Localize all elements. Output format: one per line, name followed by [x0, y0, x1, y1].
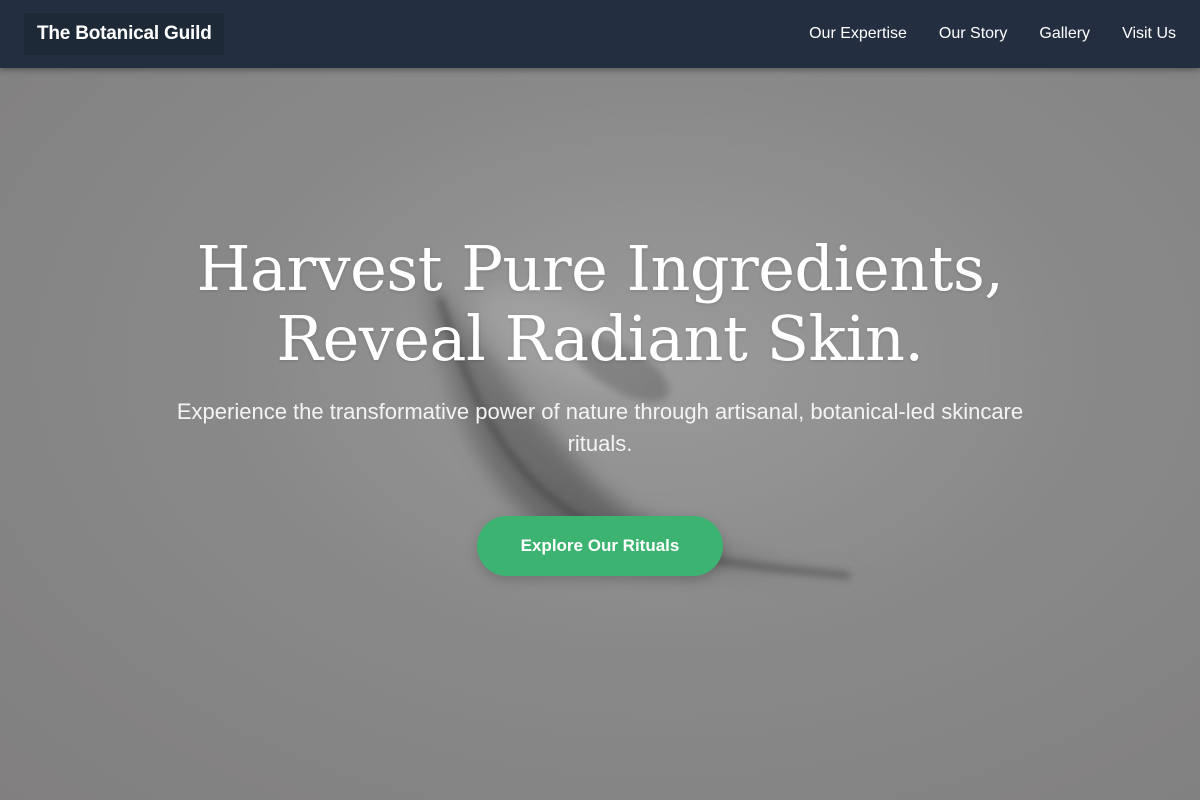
hero-title-line-1: Harvest Pure Ingredients,: [196, 232, 1004, 305]
hero-subtitle: Experience the transformative power of n…: [176, 399, 1024, 456]
page: The Botanical Guild Our Expertise Our St…: [0, 0, 1200, 800]
nav-link-gallery[interactable]: Gallery: [1039, 25, 1090, 43]
explore-rituals-button[interactable]: Explore Our Rituals: [477, 516, 723, 576]
hero-title-line-2: Reveal Radiant Skin.: [276, 302, 924, 375]
nav-link-our-story[interactable]: Our Story: [939, 25, 1007, 43]
main-nav: Our Expertise Our Story Gallery Visit Us: [809, 25, 1176, 43]
nav-link-visit-us[interactable]: Visit Us: [1122, 25, 1176, 43]
hero-title: Harvest Pure Ingredients, Reveal Radiant…: [0, 234, 1200, 374]
site-logo[interactable]: The Botanical Guild: [24, 13, 224, 55]
hero-content: Harvest Pure Ingredients, Reveal Radiant…: [0, 234, 1200, 576]
site-header: The Botanical Guild Our Expertise Our St…: [0, 0, 1200, 68]
nav-link-our-expertise[interactable]: Our Expertise: [809, 25, 907, 43]
hero-section: Harvest Pure Ingredients, Reveal Radiant…: [0, 68, 1200, 800]
